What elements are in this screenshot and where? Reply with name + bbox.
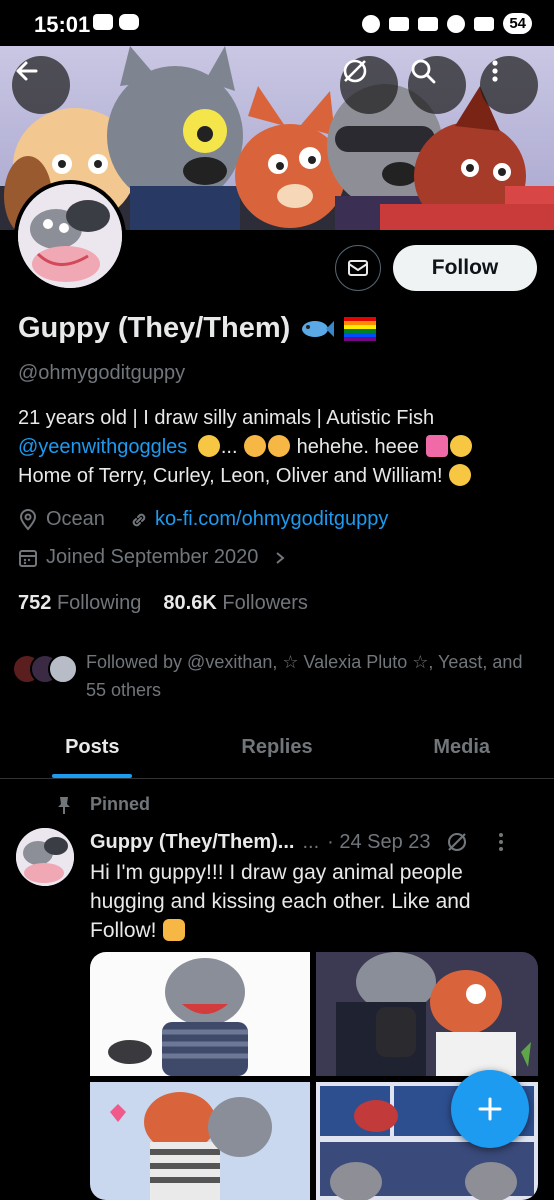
bio-mention-link[interactable]: @yeenwithgoggles	[18, 436, 187, 458]
avatar-artwork	[18, 184, 122, 288]
sleep-icon	[389, 16, 410, 31]
media-image-1[interactable]	[90, 952, 310, 1076]
website-link[interactable]: ko-fi.com/ohmygoditguppy	[155, 508, 388, 531]
more-options-button[interactable]	[480, 56, 538, 114]
bio-line-2: @yeenwithgoggles ... hehehe. heee	[18, 433, 538, 462]
compose-button[interactable]	[451, 1070, 529, 1148]
media-image-2-art	[336, 952, 531, 1076]
status-indicators: 54	[362, 13, 532, 34]
mail-icon	[348, 260, 368, 276]
tab-posts[interactable]: Posts	[0, 716, 185, 778]
post-ellipsis: ...	[302, 830, 320, 853]
followed-by[interactable]: Followed by @vexithan, ☆ Valexia Pluto ☆…	[12, 648, 542, 704]
profile-bio: 21 years old | I draw silly animals | Au…	[18, 404, 538, 491]
rainbow-flag-icon	[344, 316, 377, 341]
joined-text: Joined September 2020	[46, 546, 259, 568]
following-stat[interactable]: 752 Following	[18, 592, 141, 615]
bio-line-3-text: Home of Terry, Curley, Leon, Oliver and …	[18, 465, 449, 487]
do-not-disturb-icon	[362, 14, 381, 33]
smiling-hearts-emoji-icon	[244, 435, 267, 457]
chevron-right-icon	[276, 551, 285, 564]
bio-line-1: 21 years old | I draw silly animals | Au…	[18, 407, 435, 429]
grok-icon[interactable]	[445, 830, 469, 854]
sparkling-heart-emoji-icon	[425, 435, 448, 457]
pin-icon	[58, 796, 70, 814]
cat-emoji-icon	[163, 919, 186, 941]
message-button[interactable]	[335, 245, 381, 291]
bio-ellipsis: ...	[220, 436, 244, 458]
tab-media[interactable]: Media	[369, 716, 554, 778]
smiling-hearts-emoji-icon-2	[268, 435, 291, 457]
post-avatar-artwork	[16, 828, 74, 886]
status-time: 15:01	[34, 12, 91, 37]
post-body: Hi I'm guppy!!! I draw gay animal people…	[90, 858, 510, 945]
profile-handle: @ohmygoditguppy	[18, 362, 186, 384]
search-button[interactable]	[408, 56, 466, 114]
post-date[interactable]: · 24 Sep 23	[327, 831, 430, 854]
display-name: Guppy (They/Them)	[18, 312, 291, 344]
follower-avatars	[12, 648, 86, 684]
post-avatar[interactable]	[16, 828, 74, 886]
media-image-3[interactable]	[90, 1082, 310, 1200]
following-count: 752	[18, 592, 52, 614]
post-more-icon[interactable]	[491, 830, 511, 854]
profile-meta-row: Ocean ko-fi.com/ohmygoditguppy	[18, 508, 388, 531]
pinned-text: Pinned	[90, 794, 151, 814]
link-icon	[132, 513, 146, 526]
mute-icon	[418, 16, 439, 31]
bio-hehehe: hehehe. heee	[291, 436, 425, 458]
grok-icon	[343, 59, 367, 83]
following-label: Following	[56, 592, 142, 614]
tab-replies[interactable]: Replies	[185, 716, 370, 778]
media-image-2[interactable]	[316, 952, 538, 1076]
nerd-face-emoji-icon	[449, 464, 472, 486]
signal-icon	[474, 16, 495, 31]
followers-count: 80.6K	[163, 592, 217, 614]
back-button[interactable]	[12, 56, 70, 114]
grok-button[interactable]	[340, 56, 398, 114]
discord-icon	[119, 14, 139, 30]
post-header: Guppy (They/Them)... ... · 24 Sep 23	[90, 830, 530, 854]
followed-by-text: Followed by @vexithan, ☆ Valexia Pluto ☆…	[86, 652, 523, 700]
wifi-icon	[447, 14, 466, 33]
follow-stats: 752 Following 80.6K Followers	[18, 592, 308, 615]
calendar-icon	[19, 549, 37, 567]
bio-line-3: Home of Terry, Curley, Leon, Oliver and …	[18, 462, 538, 491]
pinned-label: Pinned	[56, 794, 150, 815]
search-icon	[411, 59, 436, 84]
media-image-3-art	[110, 1092, 272, 1200]
follow-button[interactable]: Follow	[393, 245, 537, 291]
more-vertical-icon	[492, 60, 498, 82]
location-text: Ocean	[46, 508, 105, 530]
profile-tabs: Posts Replies Media	[0, 716, 554, 779]
post-author[interactable]: Guppy (They/Them)...	[90, 831, 294, 854]
profile-avatar[interactable]	[14, 180, 126, 292]
profile-name: Guppy (They/Them)	[18, 312, 377, 345]
followers-label: Followers	[222, 592, 308, 614]
media-image-1-art	[108, 958, 248, 1076]
followers-stat[interactable]: 80.6K Followers	[163, 592, 308, 615]
notification-icons	[93, 14, 139, 30]
worried-face-emoji-icon	[197, 435, 220, 457]
status-bar: 15:01 54	[0, 0, 554, 46]
plus-icon	[478, 1097, 502, 1121]
location-icon	[19, 508, 37, 531]
heart-eyes-emoji-icon	[449, 435, 472, 457]
follower-avatar	[48, 654, 78, 684]
post-text: Hi I'm guppy!!! I draw gay animal people…	[90, 861, 471, 942]
fish-emoji-icon	[302, 320, 335, 337]
joined-row[interactable]: Joined September 2020	[18, 546, 288, 569]
youtube-icon	[93, 14, 113, 30]
battery-indicator: 54	[503, 13, 532, 34]
back-arrow-icon	[16, 61, 38, 81]
